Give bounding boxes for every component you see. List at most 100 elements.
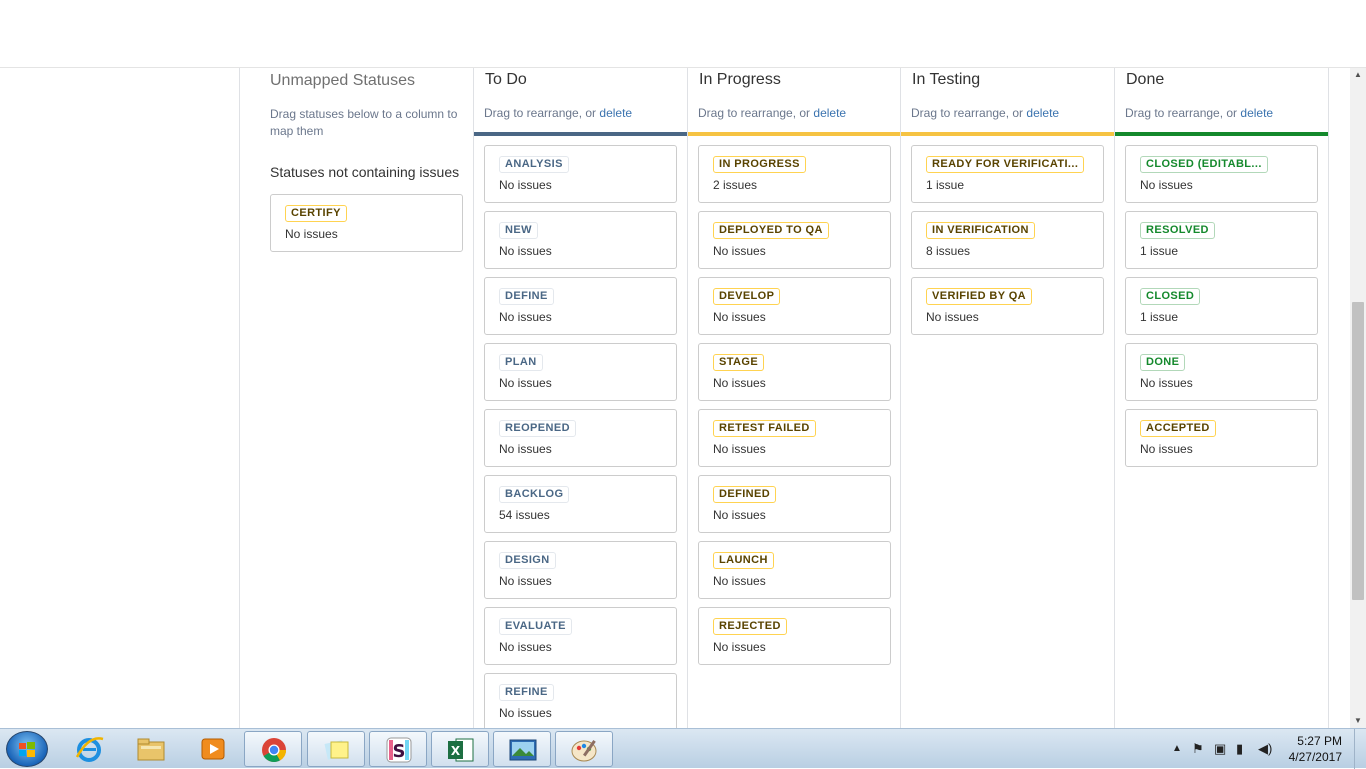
status-card[interactable]: DONE No issues	[1125, 343, 1318, 401]
clock-time[interactable]: 5:27 PM	[1297, 734, 1342, 748]
delete-column-link[interactable]: delete	[813, 106, 846, 120]
taskbar-button-sticky-notes[interactable]	[307, 731, 365, 767]
delete-column-link[interactable]: delete	[1026, 106, 1059, 120]
network-signal-icon[interactable]: ▮	[1236, 741, 1243, 757]
status-card-certify[interactable]: CERTIFY No issues	[270, 194, 463, 252]
taskbar-button-media-player[interactable]	[184, 731, 242, 767]
action-center-flag-icon[interactable]: ⚑	[1192, 741, 1204, 757]
issue-count: 54 issues	[499, 508, 550, 522]
status-card[interactable]: STAGE No issues	[698, 343, 891, 401]
taskbar-button-photo-viewer[interactable]	[493, 731, 551, 767]
status-card[interactable]: REFINE No issues	[484, 673, 677, 728]
issue-count: No issues	[713, 442, 766, 456]
clock-date[interactable]: 4/27/2017	[1289, 750, 1342, 764]
issue-count: No issues	[1140, 376, 1193, 390]
issue-count: No issues	[499, 178, 552, 192]
status-card[interactable]: ACCEPTED No issues	[1125, 409, 1318, 467]
status-card[interactable]: CLOSED 1 issue	[1125, 277, 1318, 335]
issue-count: No issues	[499, 442, 552, 456]
sticky-notes-icon	[322, 736, 352, 764]
issue-count: No issues	[285, 227, 338, 241]
board-column-done[interactable]: Done Drag to rearrange, or delete CLOSED (…	[1115, 68, 1328, 728]
windows-taskbar: S X ▲ ⚑ ▣ ▮ ◀) 5:27 PM 4/27/2017	[0, 728, 1366, 769]
show-desktop-button[interactable]	[1354, 729, 1366, 769]
status-card[interactable]: RETEST FAILED No issues	[698, 409, 891, 467]
status-card[interactable]: ANALYSIS No issues	[484, 145, 677, 203]
taskbar-button-chrome[interactable]	[244, 731, 302, 767]
show-hidden-icons-icon[interactable]: ▲	[1172, 743, 1182, 754]
column-title[interactable]: In Testing	[912, 71, 980, 89]
scrollbar-thumb[interactable]	[1352, 302, 1364, 600]
taskbar-button-excel[interactable]: X	[431, 731, 489, 767]
media-player-icon	[198, 735, 228, 763]
browser-chrome-area	[0, 0, 1366, 68]
slack-icon: S	[384, 736, 414, 764]
sidebar-divider	[239, 68, 240, 728]
column-title[interactable]: To Do	[485, 71, 527, 89]
status-lozenge: EVALUATE	[499, 618, 572, 635]
issue-count: No issues	[713, 640, 766, 654]
status-card[interactable]: IN PROGRESS 2 issues	[698, 145, 891, 203]
issue-count: No issues	[499, 376, 552, 390]
status-card[interactable]: PLAN No issues	[484, 343, 677, 401]
status-lozenge: LAUNCH	[713, 552, 774, 569]
status-card[interactable]: EVALUATE No issues	[484, 607, 677, 665]
column-instructions: Drag to rearrange, or delete	[1125, 106, 1273, 120]
status-lozenge: RESOLVED	[1140, 222, 1215, 239]
scroll-up-arrow-icon[interactable]: ▲	[1350, 68, 1366, 82]
board-column-to-do[interactable]: To Do Drag to rearrange, or delete ANALYSI…	[474, 68, 687, 728]
volume-icon[interactable]: ◀)	[1258, 741, 1272, 757]
status-card[interactable]: BACKLOG 54 issues	[484, 475, 677, 533]
issue-count: No issues	[499, 574, 552, 588]
issue-count: No issues	[713, 244, 766, 258]
status-card[interactable]: REOPENED No issues	[484, 409, 677, 467]
status-card[interactable]: DEVELOP No issues	[698, 277, 891, 335]
column-title[interactable]: In Progress	[699, 71, 781, 89]
status-card[interactable]: CLOSED (EDITABL... No issues	[1125, 145, 1318, 203]
status-lozenge: RETEST FAILED	[713, 420, 816, 437]
start-button[interactable]	[6, 731, 48, 767]
taskbar-button-internet-explorer[interactable]	[60, 731, 118, 767]
issue-count: 8 issues	[926, 244, 971, 258]
taskbar-button-slack[interactable]: S	[369, 731, 427, 767]
vertical-scrollbar[interactable]: ▲ ▼	[1350, 68, 1366, 728]
status-card[interactable]: RESOLVED 1 issue	[1125, 211, 1318, 269]
status-card[interactable]: LAUNCH No issues	[698, 541, 891, 599]
column-instructions-text: Drag to rearrange, or	[911, 106, 1027, 120]
device-icon[interactable]: ▣	[1214, 741, 1226, 757]
status-lozenge: CLOSED	[1140, 288, 1201, 305]
taskbar-button-paint[interactable]	[555, 731, 613, 767]
status-lozenge: PLAN	[499, 354, 543, 371]
status-lozenge: NEW	[499, 222, 538, 239]
delete-column-link[interactable]: delete	[599, 106, 632, 120]
status-lozenge: DESIGN	[499, 552, 556, 569]
column-category-bar	[688, 132, 901, 136]
status-lozenge: READY FOR VERIFICATI...	[926, 156, 1085, 173]
status-lozenge: VERIFIED BY QA	[926, 288, 1033, 305]
status-lozenge: STAGE	[713, 354, 765, 371]
delete-column-link[interactable]: delete	[1240, 106, 1273, 120]
status-card[interactable]: DEFINED No issues	[698, 475, 891, 533]
status-card[interactable]: NEW No issues	[484, 211, 677, 269]
unmapped-statuses-description: Drag statuses below to a column to map t…	[270, 107, 458, 138]
issue-count: No issues	[713, 376, 766, 390]
status-card[interactable]: REJECTED No issues	[698, 607, 891, 665]
taskbar-button-file-explorer[interactable]	[122, 731, 180, 767]
board-column-in-testing[interactable]: In Testing Drag to rearrange, or delete RE…	[901, 68, 1114, 728]
status-card[interactable]: DESIGN No issues	[484, 541, 677, 599]
status-lozenge: CERTIFY	[285, 205, 347, 222]
issue-count: 1 issue	[1140, 310, 1179, 324]
status-lozenge: DONE	[1140, 354, 1186, 371]
status-card[interactable]: DEFINE No issues	[484, 277, 677, 335]
board-column-in-progress[interactable]: In Progress Drag to rearrange, or delete I…	[688, 68, 901, 728]
unmapped-statuses-title: Unmapped Statuses	[270, 72, 415, 89]
scroll-down-arrow-icon[interactable]: ▼	[1350, 714, 1366, 728]
status-card[interactable]: IN VERIFICATION 8 issues	[911, 211, 1104, 269]
status-card[interactable]: DEPLOYED TO QA No issues	[698, 211, 891, 269]
status-card[interactable]: VERIFIED BY QA No issues	[911, 277, 1104, 335]
issue-count: No issues	[713, 508, 766, 522]
status-card[interactable]: READY FOR VERIFICATI... 1 issue	[911, 145, 1104, 203]
status-lozenge: IN VERIFICATION	[926, 222, 1035, 239]
column-instructions: Drag to rearrange, or delete	[698, 106, 846, 120]
column-title[interactable]: Done	[1126, 71, 1164, 89]
